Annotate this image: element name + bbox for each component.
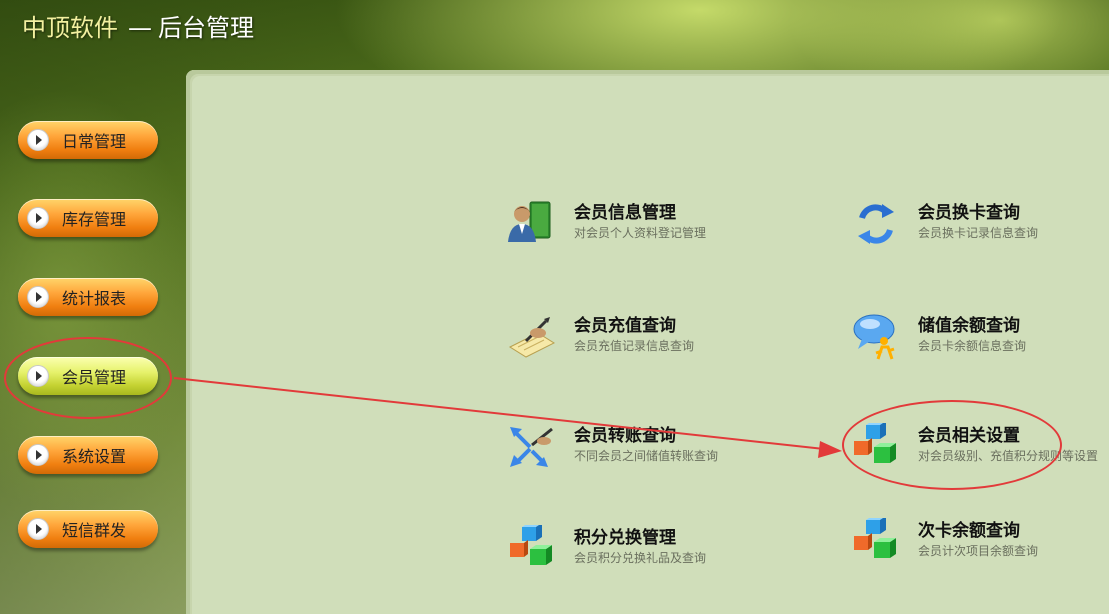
sidebar-item-sms[interactable]: 短信群发 (18, 510, 158, 548)
title-separator: — (128, 14, 152, 42)
menu-item-desc: 对会员级别、充值积分规则等设置 (918, 449, 1099, 463)
menu-item-points-exchange[interactable]: 积分兑换管理 会员积分兑换礼品及查询 (508, 523, 758, 583)
menu-item-title: 会员充值查询 (574, 316, 676, 336)
sidebar-item-members[interactable]: 会员管理 (18, 357, 158, 395)
menu-item-transfer[interactable]: 会员转账查询 不同会员之间储值转账查询 (508, 421, 758, 481)
member-info-icon (508, 201, 551, 242)
play-icon (27, 129, 49, 151)
page-title: 中顶软件 — 后台管理 (22, 8, 254, 43)
play-icon (27, 286, 49, 308)
play-icon (27, 518, 49, 540)
sidebar-item-inventory[interactable]: 库存管理 (18, 199, 158, 237)
menu-item-title: 积分兑换管理 (574, 528, 676, 548)
sidebar-item-daily[interactable]: 日常管理 (18, 121, 158, 159)
play-icon (27, 365, 49, 387)
menu-item-desc: 会员充值记录信息查询 (574, 339, 695, 353)
cubes-icon (854, 518, 896, 558)
cubes-icon (510, 525, 552, 565)
menu-item-desc: 不同会员之间储值转账查询 (574, 449, 719, 463)
sidebar-item-label: 会员管理 (62, 368, 127, 387)
transfer-icon (510, 427, 553, 467)
menu-item-desc: 对会员个人资料登记管理 (574, 226, 707, 240)
sidebar-item-label: 系统设置 (62, 447, 127, 466)
menu-item-stored-balance[interactable]: 储值余额查询 会员卡余额信息查询 (852, 311, 1102, 371)
menu-item-member-settings[interactable]: 会员相关设置 对会员级别、充值积分规则等设置 (852, 421, 1102, 481)
section-title: 后台管理 (158, 14, 254, 42)
refresh-icon (858, 204, 894, 244)
sidebar-item-label: 统计报表 (62, 289, 127, 308)
recharge-icon (508, 317, 556, 358)
sidebar-item-label: 日常管理 (62, 132, 127, 151)
play-icon (27, 207, 49, 229)
menu-item-title: 次卡余额查询 (918, 521, 1020, 541)
play-icon (27, 444, 49, 466)
sidebar-item-label: 短信群发 (62, 521, 127, 540)
sidebar-item-reports[interactable]: 统计报表 (18, 278, 158, 316)
menu-item-desc: 会员卡余额信息查询 (918, 339, 1027, 353)
menu-item-desc: 会员换卡记录信息查询 (918, 226, 1039, 240)
menu-item-desc: 会员积分兑换礼品及查询 (574, 551, 707, 565)
balance-icon (853, 314, 895, 360)
menu-item-member-info[interactable]: 会员信息管理 对会员个人资料登记管理 (508, 198, 758, 258)
brand-name: 中顶软件 (22, 14, 118, 42)
sidebar-item-label: 库存管理 (62, 210, 127, 229)
menu-item-title: 会员信息管理 (574, 203, 676, 223)
menu-item-desc: 会员计次项目余额查询 (918, 544, 1039, 558)
menu-item-recharge[interactable]: 会员充值查询 会员充值记录信息查询 (508, 311, 758, 371)
menu-item-title: 会员换卡查询 (918, 203, 1020, 223)
sidebar-item-settings[interactable]: 系统设置 (18, 436, 158, 474)
menu-item-title: 会员相关设置 (918, 426, 1020, 446)
cubes-icon (854, 423, 896, 463)
menu-item-title: 会员转账查询 (574, 426, 676, 446)
menu-item-card-exchange[interactable]: 会员换卡查询 会员换卡记录信息查询 (852, 198, 1102, 258)
menu-item-count-card-balance[interactable]: 次卡余额查询 会员计次项目余额查询 (852, 516, 1102, 576)
menu-item-title: 储值余额查询 (918, 316, 1020, 336)
